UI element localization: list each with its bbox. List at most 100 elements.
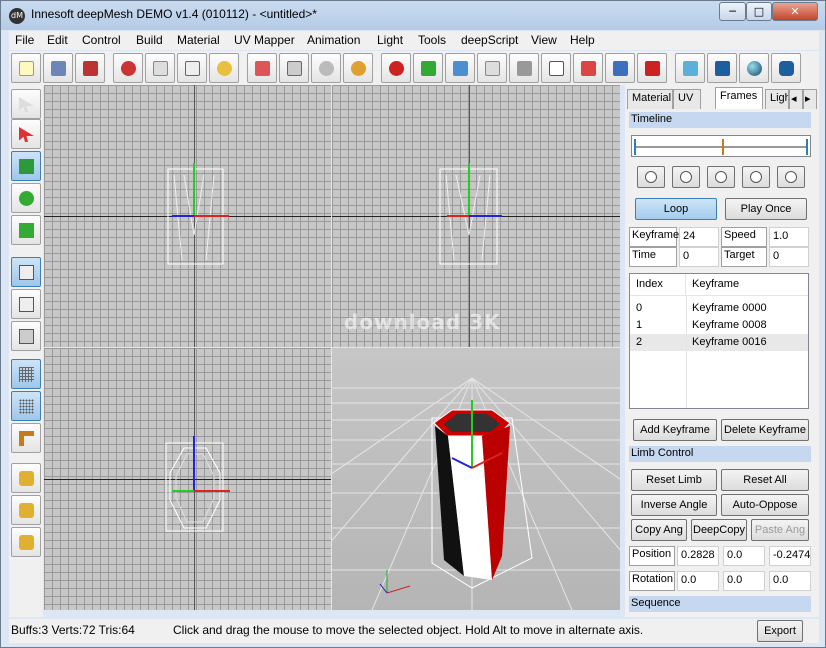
lock-edit-icon[interactable]	[11, 527, 41, 557]
rotation-z-input[interactable]: 0.0	[769, 571, 811, 591]
menu-deepscript[interactable]: deepScript	[461, 33, 518, 47]
export-button[interactable]: Export	[757, 620, 803, 642]
time-input[interactable]: 0	[679, 247, 719, 267]
scale-icon[interactable]	[11, 215, 41, 245]
lock-delete-icon[interactable]	[11, 463, 41, 493]
menu-material[interactable]: Material	[177, 33, 220, 47]
viewport-top[interactable]	[44, 85, 331, 347]
position-y-input[interactable]: 0.0	[723, 546, 765, 566]
tab-scroll-left[interactable]: ◂	[789, 89, 803, 109]
auto-oppose-button[interactable]: Auto-Oppose	[721, 494, 809, 516]
undo-icon[interactable]	[209, 53, 239, 83]
tab-frames[interactable]: Frames	[715, 87, 763, 109]
row-keyframe: Keyframe 0016	[692, 336, 767, 348]
add-keyframe-button[interactable]: Add Keyframe	[633, 419, 717, 441]
menu-help[interactable]: Help	[570, 33, 595, 47]
box-icon[interactable]	[541, 53, 571, 83]
tab-uv[interactable]: UV	[673, 89, 701, 109]
close-button[interactable]: ✕	[772, 2, 818, 21]
tab-material[interactable]: Material	[627, 89, 673, 109]
cut-mesh-icon[interactable]	[573, 53, 603, 83]
bind-icon[interactable]	[381, 53, 411, 83]
viewport-side[interactable]	[44, 348, 331, 610]
paste-icon[interactable]	[177, 53, 207, 83]
tab-light[interactable]: Ligh	[765, 89, 789, 109]
position-x-input[interactable]: 0.2828	[677, 546, 719, 566]
column-index[interactable]: Index	[630, 274, 686, 296]
select-icon[interactable]	[11, 89, 41, 119]
menu-view[interactable]: View	[531, 33, 557, 47]
lock-add-icon[interactable]	[11, 495, 41, 525]
list-item[interactable]: 0 Keyframe 0000	[630, 300, 808, 317]
target-input[interactable]: 0	[769, 247, 809, 267]
play-once-button[interactable]: Play Once	[725, 198, 807, 220]
select-red-icon[interactable]	[11, 119, 41, 149]
rotate-icon[interactable]	[11, 183, 41, 213]
menu-file[interactable]: File	[15, 33, 34, 47]
keyframe-list[interactable]: Index Keyframe 0 Keyframe 0000 1 Keyfram…	[629, 273, 809, 409]
viewport-front[interactable]: download 3K	[332, 85, 620, 347]
cylinder-icon[interactable]	[771, 53, 801, 83]
fast-forward-button[interactable]	[777, 166, 805, 188]
move-icon[interactable]	[11, 151, 41, 181]
copy-icon[interactable]	[145, 53, 175, 83]
menu-animation[interactable]: Animation	[307, 33, 360, 47]
delete-icon[interactable]	[247, 53, 277, 83]
loop-button[interactable]: Loop	[635, 198, 717, 220]
menu-control[interactable]: Control	[82, 33, 121, 47]
column-keyframe[interactable]: Keyframe	[686, 274, 808, 296]
color-icon[interactable]	[413, 53, 443, 83]
grid-dots-icon[interactable]	[11, 391, 41, 421]
reset-all-button[interactable]: Reset All	[721, 469, 809, 491]
zoom-fit-icon[interactable]	[445, 53, 475, 83]
inverse-angle-button[interactable]: Inverse Angle	[631, 494, 717, 516]
sphere-icon[interactable]	[739, 53, 769, 83]
reset-limb-button[interactable]: Reset Limb	[631, 469, 717, 491]
menu-edit[interactable]: Edit	[47, 33, 68, 47]
save-icon[interactable]	[75, 53, 105, 83]
delete-keyframe-button[interactable]: Delete Keyframe	[721, 419, 809, 441]
align-icon[interactable]	[279, 53, 309, 83]
grid-fine-icon[interactable]	[11, 359, 41, 389]
menu-build[interactable]: Build	[136, 33, 163, 47]
viewport-perspective[interactable]	[332, 348, 620, 610]
list-item[interactable]: 1 Keyframe 0008	[630, 317, 808, 334]
position-z-input[interactable]: -0.2474	[769, 546, 811, 566]
speed-input[interactable]: 1.0	[769, 227, 809, 247]
corner-icon[interactable]	[11, 423, 41, 453]
stop-button[interactable]	[672, 166, 700, 188]
merge-icon[interactable]	[637, 53, 667, 83]
tab-scroll-right[interactable]: ▸	[803, 89, 817, 109]
keyframe-input[interactable]: 24	[679, 227, 719, 247]
cube-icon[interactable]	[707, 53, 737, 83]
menu-tools[interactable]: Tools	[418, 33, 446, 47]
timeline-slider[interactable]	[631, 135, 811, 157]
rotation-y-input[interactable]: 0.0	[723, 571, 765, 591]
mesh-icon[interactable]	[311, 53, 341, 83]
perspective-view-icon[interactable]	[11, 321, 41, 351]
cut-icon[interactable]	[113, 53, 143, 83]
play-button[interactable]	[742, 166, 770, 188]
copy-ang-button[interactable]: Copy Ang	[631, 519, 687, 541]
paste-ang-button[interactable]: Paste Ang	[751, 519, 809, 541]
front-view-icon[interactable]	[11, 289, 41, 319]
timeline-cursor[interactable]	[722, 139, 724, 155]
menu-light[interactable]: Light	[377, 33, 403, 47]
open-icon[interactable]	[43, 53, 73, 83]
group-icon[interactable]	[343, 53, 373, 83]
rewind-button[interactable]	[637, 166, 665, 188]
menu-uv-mapper[interactable]: UV Mapper	[234, 33, 295, 47]
list-item[interactable]: 2 Keyframe 0016	[630, 334, 808, 351]
deep-copy-button[interactable]: DeepCopy	[691, 519, 747, 541]
plane-icon[interactable]	[675, 53, 705, 83]
texture-icon[interactable]	[477, 53, 507, 83]
rotation-x-input[interactable]: 0.0	[677, 571, 719, 591]
new-file-icon[interactable]	[11, 53, 41, 83]
minimize-button[interactable]: ─	[719, 2, 746, 21]
title-bar[interactable]: dM Innesoft deepMesh DEMO v1.4 (010112) …	[1, 1, 825, 30]
pause-button[interactable]	[707, 166, 735, 188]
maximize-button[interactable]: □	[746, 2, 772, 21]
import-icon[interactable]	[509, 53, 539, 83]
quad-view-icon[interactable]	[11, 257, 41, 287]
split-icon[interactable]	[605, 53, 635, 83]
